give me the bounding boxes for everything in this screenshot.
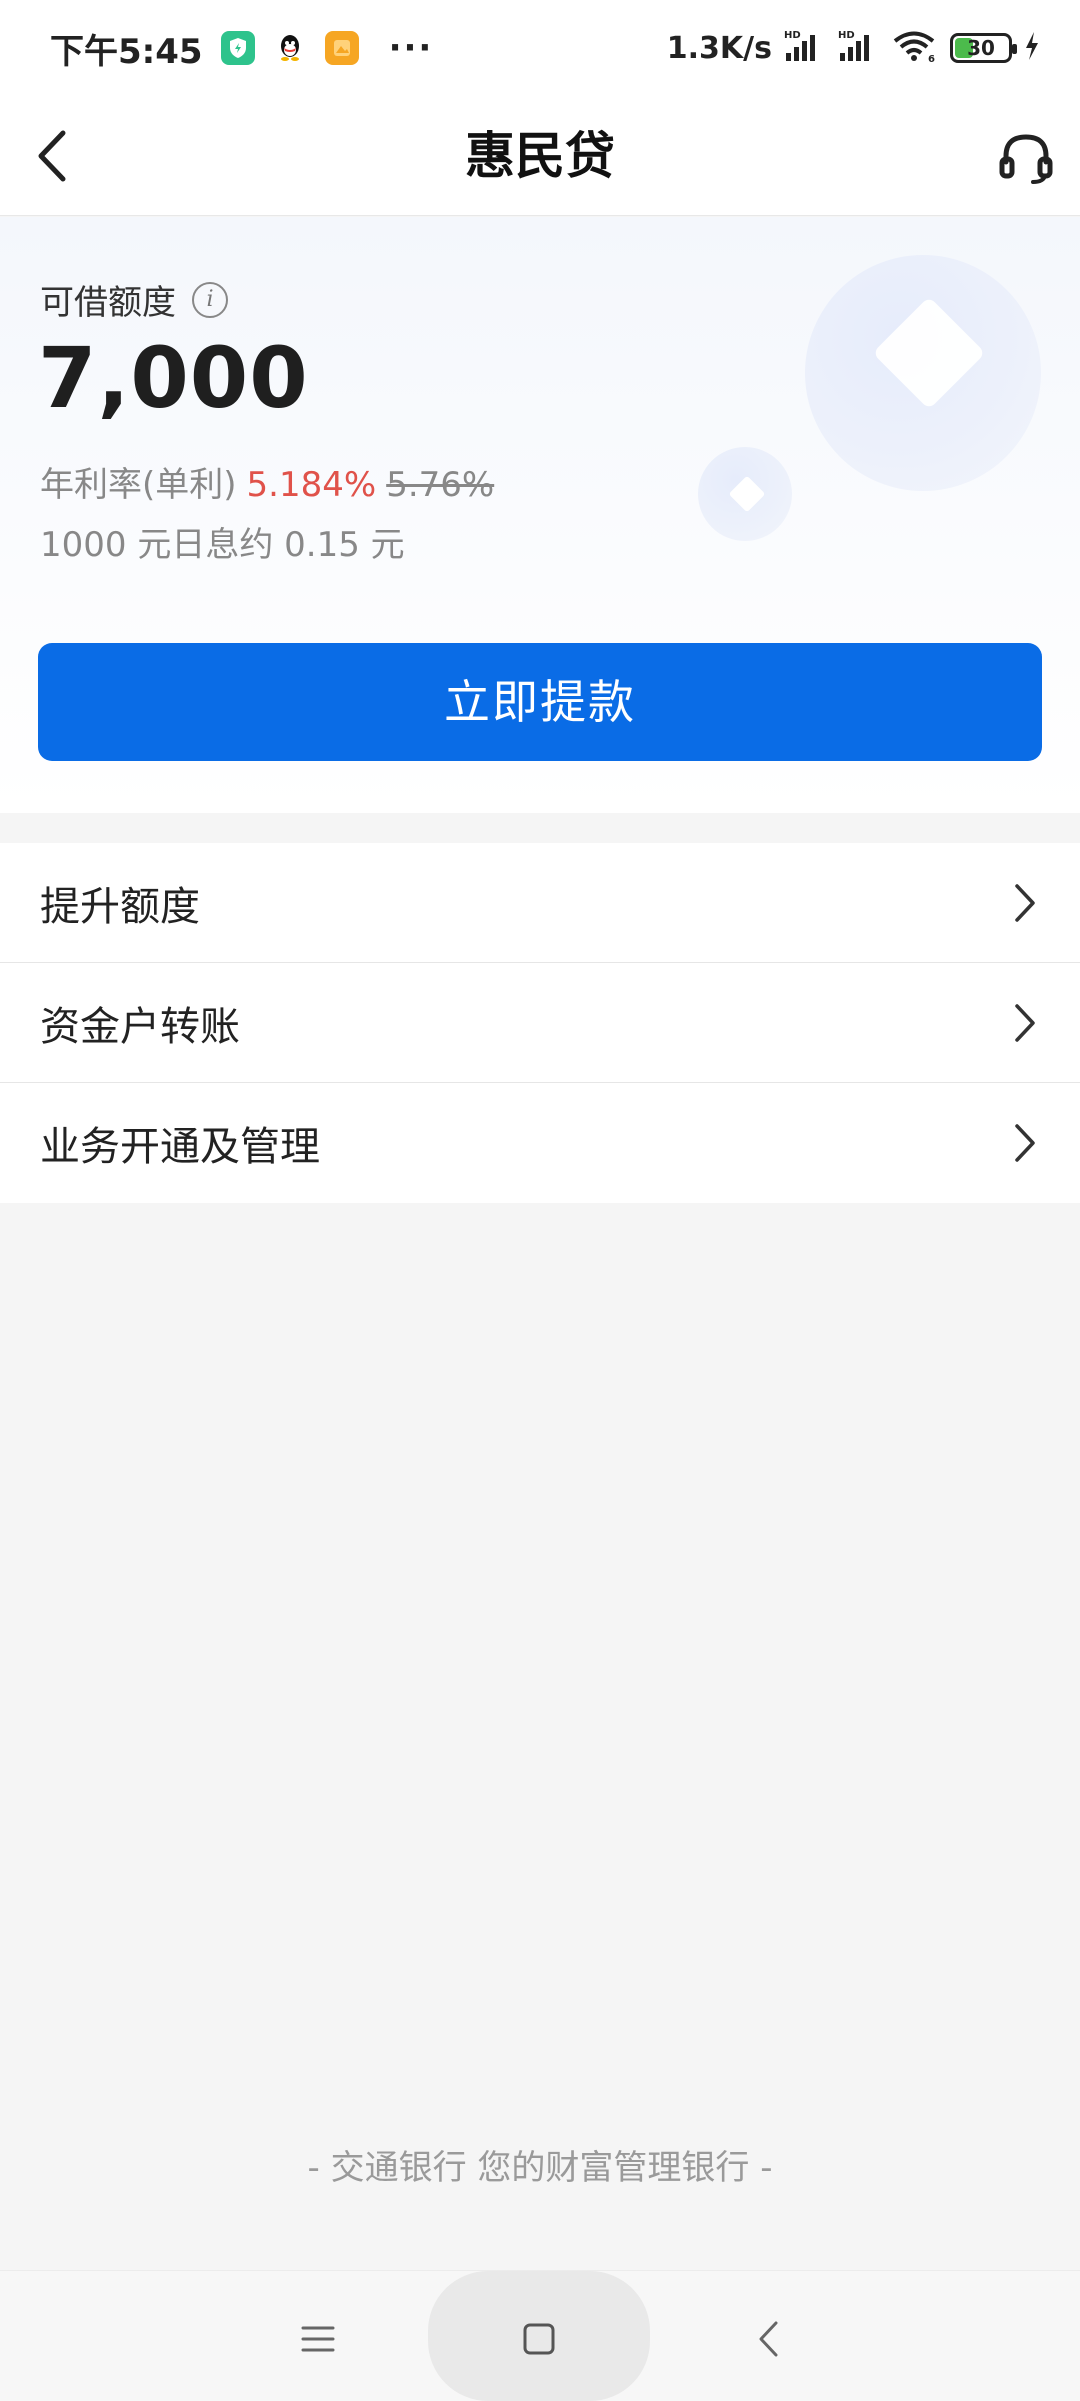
rate-current: 5.184%	[246, 465, 377, 505]
status-bar: 下午5:45 ··· 1.3K/s HD HD 6 30	[0, 0, 1080, 96]
system-nav-bar	[0, 2270, 1080, 2401]
menu-item-label: 业务开通及管理	[40, 1124, 320, 1170]
credit-card: 可借额度 i 7,000 年利率(单利) 5.184% 5.76% 1000 元…	[0, 217, 1080, 813]
signal-label-1: HD	[784, 30, 801, 41]
battery-icon: 30	[950, 33, 1017, 63]
signal-label-2: HD	[838, 30, 855, 41]
menu-item-label: 资金户转账	[40, 1003, 240, 1050]
credit-limit-label: 可借额度	[40, 283, 176, 323]
signal-icon: HD	[838, 29, 880, 67]
headset-icon	[999, 134, 1053, 184]
status-left: 下午5:45 ···	[50, 24, 433, 73]
home-square-icon	[523, 2323, 555, 2355]
menu-item-label: 提升额度	[40, 883, 200, 930]
menu-item-business-management[interactable]: 业务开通及管理	[0, 1083, 1080, 1203]
credit-label-row: 可借额度 i	[40, 275, 228, 324]
rate-row: 年利率(单利) 5.184% 5.76%	[40, 457, 494, 506]
interest-note: 1000 元日息约 0.15 元	[40, 525, 405, 565]
wifi-label: 6	[928, 54, 935, 63]
page-title: 惠民贷	[465, 127, 615, 185]
menu-item-fund-transfer[interactable]: 资金户转账	[0, 963, 1080, 1083]
rate-label: 年利率(单利)	[40, 465, 237, 505]
nav-bar: 惠民贷	[0, 96, 1080, 216]
credit-amount: 7,000	[38, 329, 309, 427]
chevron-right-icon	[1010, 1123, 1040, 1163]
shield-app-icon	[220, 31, 255, 65]
menu-item-increase-limit[interactable]: 提升额度	[0, 843, 1080, 963]
decorative-coin-icon	[805, 255, 1041, 491]
chevron-right-icon	[1010, 1003, 1040, 1043]
status-time: 下午5:45	[50, 31, 203, 72]
overflow-dots: ···	[388, 28, 434, 68]
customer-service-button[interactable]	[994, 126, 1058, 190]
withdraw-button[interactable]: 立即提款	[38, 643, 1042, 761]
menu-list: 提升额度 资金户转账 业务开通及管理	[0, 843, 1080, 1203]
system-back-button[interactable]	[740, 2311, 796, 2367]
decorative-coin-icon	[698, 447, 792, 541]
status-right: 1.3K/s HD HD 6 30	[667, 29, 1040, 67]
home-button[interactable]	[511, 2311, 567, 2367]
info-icon[interactable]: i	[192, 281, 228, 318]
back-button[interactable]	[22, 126, 82, 186]
footer-slogan: - 交通银行 您的财富管理银行 -	[307, 2148, 773, 2188]
back-arrow-icon	[759, 2321, 778, 2357]
chevron-right-icon	[1010, 883, 1040, 923]
chevron-left-icon	[38, 130, 66, 182]
wifi-icon: 6	[892, 29, 938, 67]
rate-original: 5.76%	[386, 465, 495, 505]
network-speed: 1.3K/s	[666, 30, 772, 66]
gallery-app-icon	[324, 31, 359, 65]
battery-level: 30	[967, 36, 995, 60]
menu-icon	[301, 2326, 335, 2352]
menu-button[interactable]	[290, 2311, 346, 2367]
qq-icon	[273, 31, 307, 65]
charging-icon	[1024, 32, 1040, 64]
signal-icon: HD	[784, 29, 826, 67]
